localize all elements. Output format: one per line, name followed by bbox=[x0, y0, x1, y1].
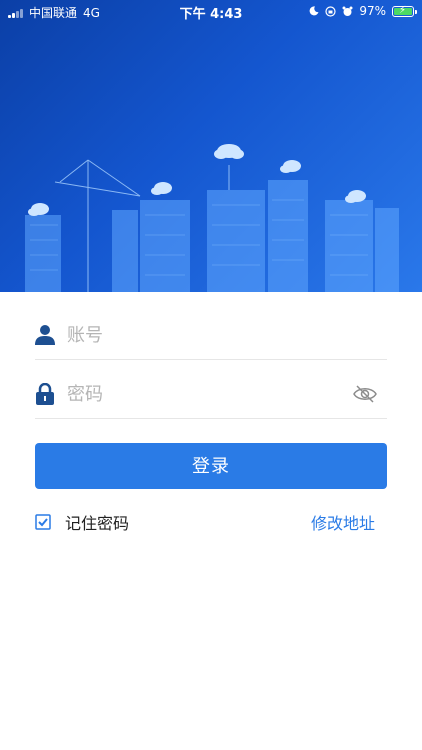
orientation-lock-icon bbox=[325, 5, 336, 17]
lock-icon bbox=[36, 383, 54, 405]
modify-address-link[interactable]: 修改地址 bbox=[311, 510, 375, 534]
status-bar: 中国联通 4G 下午 4:43 97% ⚡ bbox=[0, 0, 422, 22]
moon-icon bbox=[309, 6, 319, 16]
battery-percent: 97% bbox=[359, 4, 386, 18]
eye-off-icon[interactable] bbox=[353, 383, 377, 405]
user-icon bbox=[35, 325, 55, 345]
login-button[interactable]: 登录 bbox=[35, 443, 387, 489]
remember-password-label: 记住密码 bbox=[65, 514, 130, 533]
login-form: 登录 记住密码 修改地址 bbox=[0, 292, 422, 750]
checkbox-checked-icon[interactable] bbox=[35, 514, 51, 530]
battery-icon: ⚡ bbox=[392, 5, 417, 17]
remember-password-toggle[interactable]: 记住密码 bbox=[35, 510, 129, 534]
account-field bbox=[35, 310, 387, 360]
hero-banner: 中国联通 4G 下午 4:43 97% ⚡ bbox=[0, 0, 422, 292]
password-field bbox=[35, 369, 387, 419]
account-input[interactable] bbox=[67, 320, 347, 350]
password-input[interactable] bbox=[67, 379, 347, 409]
alarm-icon bbox=[342, 6, 353, 16]
status-right: 97% ⚡ bbox=[309, 4, 417, 18]
city-skyline-illustration bbox=[25, 144, 399, 292]
